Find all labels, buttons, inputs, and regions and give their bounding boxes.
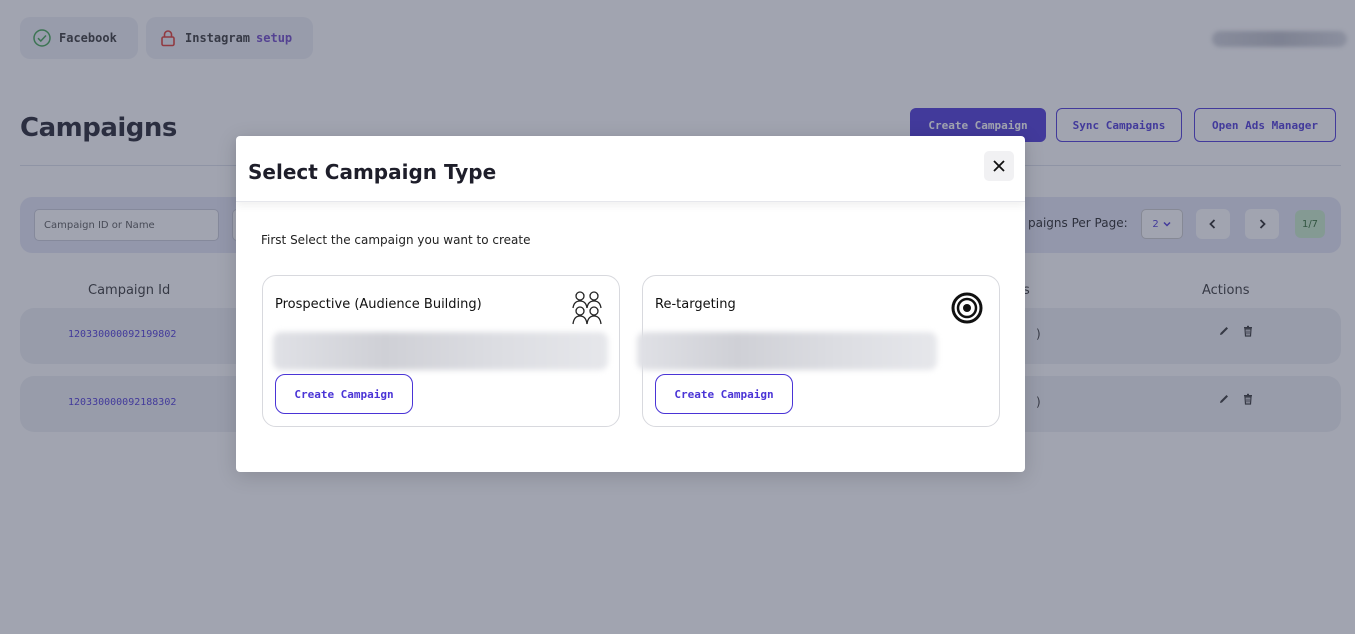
card-title: Prospective (Audience Building) xyxy=(275,297,482,312)
blurred-description xyxy=(637,332,937,370)
campaign-type-card-retargeting[interactable]: Re-targeting Create Campaign xyxy=(637,275,1000,427)
campaign-type-card-prospective[interactable]: Prospective (Audience Building) Create C… xyxy=(262,275,620,427)
audience-icon xyxy=(572,291,602,325)
modal-title: Select Campaign Type xyxy=(248,160,497,184)
close-icon xyxy=(993,160,1005,172)
blurred-description xyxy=(273,332,608,370)
card-title: Re-targeting xyxy=(655,297,736,312)
create-retargeting-campaign-button[interactable]: Create Campaign xyxy=(655,374,793,414)
modal-header: Select Campaign Type xyxy=(236,136,1025,202)
target-icon xyxy=(951,292,983,324)
select-campaign-type-modal: Select Campaign Type First Select the ca… xyxy=(236,136,1025,472)
modal-subtitle: First Select the campaign you want to cr… xyxy=(261,233,531,247)
close-button[interactable] xyxy=(984,151,1014,181)
create-prospective-campaign-button[interactable]: Create Campaign xyxy=(275,374,413,414)
